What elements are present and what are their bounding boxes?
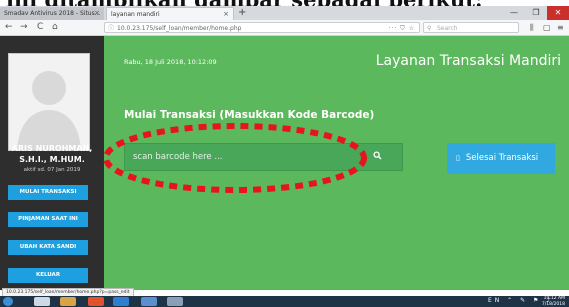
browser-search-field[interactable]: ⚲ Search bbox=[423, 22, 519, 33]
barcode-input[interactable] bbox=[133, 150, 353, 164]
tab-layanan-mandiri[interactable]: layanan mandiri × bbox=[106, 7, 234, 20]
finish-icon: ▯ bbox=[456, 154, 460, 162]
clock[interactable]: 10:12 AM 7/18/2018 bbox=[542, 296, 565, 307]
magnifier-icon bbox=[373, 151, 382, 160]
search-icon bbox=[373, 151, 382, 162]
browser-tab-bar: Smadav Antivirus 2018 - Situs... × layan… bbox=[0, 6, 569, 20]
transaction-heading: Mulai Transaksi (Masukkan Kode Barcode) bbox=[124, 109, 375, 121]
user-name-line2: S.H.I., M.HUM. bbox=[19, 155, 85, 164]
change-password-button[interactable]: UBAH KATA SANDI bbox=[8, 240, 88, 255]
restore-icon[interactable]: ❐ bbox=[525, 6, 547, 20]
info-icon: ⓘ bbox=[108, 25, 115, 32]
clock-date: 7/18/2018 bbox=[541, 301, 565, 307]
search-icon: ⚲ bbox=[427, 25, 432, 32]
library-icon[interactable]: ⫼ bbox=[530, 21, 534, 34]
taskbar-ie-icon[interactable] bbox=[113, 297, 129, 306]
close-window-icon[interactable]: ✕ bbox=[547, 6, 569, 20]
clock-time: 10:12 AM bbox=[543, 296, 565, 301]
url-bar[interactable]: ⓘ 10.0.23.175/self_loan/member/home.php … bbox=[104, 22, 420, 33]
taskbar-app-icon[interactable] bbox=[141, 297, 157, 306]
url-text: 10.0.23.175/self_loan/member/home.php bbox=[117, 25, 242, 32]
menu-icon[interactable]: ≡ bbox=[557, 21, 564, 34]
taskbar: EN ⌃ ✎ ⚑ ♪ 10:12 AM 7/18/2018 bbox=[0, 296, 569, 307]
current-datetime: Rabu, 18 Juli 2018, 10:12:09 bbox=[124, 58, 217, 66]
logout-button[interactable]: KELUAR bbox=[8, 268, 88, 283]
start-button[interactable] bbox=[3, 297, 13, 306]
user-name-line1: ARIS NUROHMAN, bbox=[11, 144, 93, 153]
taskbar-folder-icon[interactable] bbox=[60, 297, 76, 306]
minimize-icon[interactable]: — bbox=[503, 6, 525, 20]
sidebar-icon[interactable]: ▢ bbox=[543, 21, 551, 34]
start-transaction-button[interactable]: MULAI TRANSAKSI bbox=[8, 185, 88, 200]
forward-icon[interactable]: → bbox=[20, 21, 28, 34]
tab-layanan-mandiri-label: layanan mandiri bbox=[111, 11, 160, 18]
main-panel: Rabu, 18 Juli 2018, 10:12:09 Layanan Tra… bbox=[104, 36, 569, 290]
reload-icon[interactable]: C bbox=[37, 21, 43, 34]
page-actions-icon[interactable]: ··· ⛉ ☆ bbox=[389, 23, 415, 34]
tab-smadav-label: Smadav Antivirus 2018 - Situs... bbox=[4, 10, 101, 17]
user-silhouette-icon bbox=[9, 54, 89, 150]
barcode-input-group bbox=[124, 143, 403, 171]
taskbar-app-icon[interactable] bbox=[167, 297, 183, 306]
tab-close-icon[interactable]: × bbox=[94, 7, 100, 20]
browser-nav-bar: ← → C ⌂ ⓘ 10.0.23.175/self_loan/member/h… bbox=[0, 20, 569, 36]
tab-smadav[interactable]: Smadav Antivirus 2018 - Situs... × bbox=[0, 7, 104, 20]
new-tab-icon[interactable]: + bbox=[238, 6, 246, 20]
home-icon[interactable]: ⌂ bbox=[52, 21, 58, 34]
app-title: Layanan Transaksi Mandiri bbox=[375, 53, 561, 69]
finish-transaction-button[interactable]: ▯ Selesai Transaksi bbox=[447, 143, 555, 174]
finish-transaction-label: Selesai Transaksi bbox=[465, 153, 539, 163]
taskbar-app-icon[interactable] bbox=[34, 297, 50, 306]
active-until: aktif sd. 07 Jan 2019 bbox=[23, 167, 81, 173]
tab-close-icon[interactable]: × bbox=[223, 8, 229, 20]
current-loans-button[interactable]: PINJAMAN SAAT INI bbox=[8, 212, 88, 227]
avatar bbox=[8, 53, 90, 151]
taskbar-browser-icon[interactable] bbox=[88, 297, 104, 306]
back-icon[interactable]: ← bbox=[5, 21, 13, 34]
sidebar: ARIS NUROHMAN, S.H.I., M.HUM. aktif sd. … bbox=[0, 36, 104, 290]
search-placeholder: Search bbox=[437, 25, 458, 32]
